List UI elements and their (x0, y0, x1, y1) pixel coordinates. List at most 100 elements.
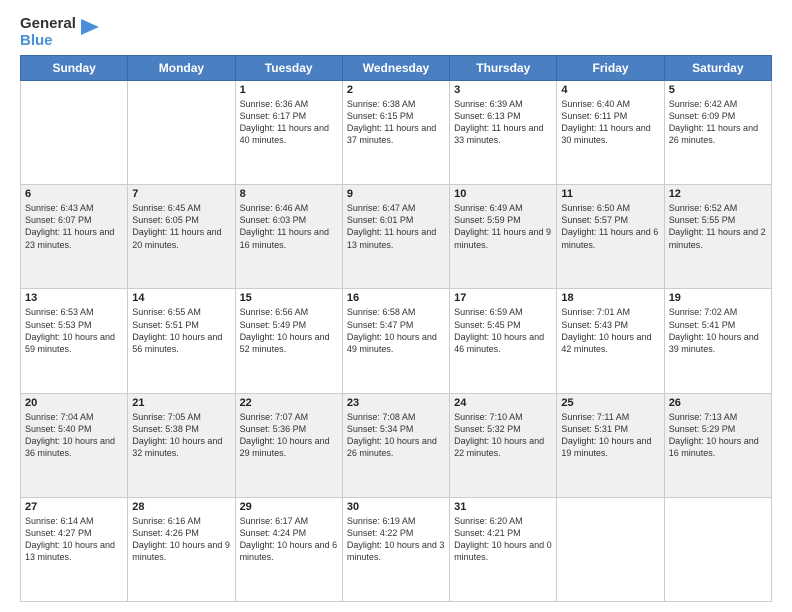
day-number: 24 (454, 397, 552, 409)
cell-info: Sunrise: 6:55 AMSunset: 5:51 PMDaylight:… (132, 306, 230, 355)
day-header-sunday: Sunday (21, 56, 128, 81)
cell-info: Sunrise: 6:59 AMSunset: 5:45 PMDaylight:… (454, 306, 552, 355)
day-number: 11 (561, 188, 659, 200)
calendar-cell: 2 Sunrise: 6:38 AMSunset: 6:15 PMDaylight… (342, 81, 449, 185)
calendar-cell: 5 Sunrise: 6:42 AMSunset: 6:09 PMDaylight… (664, 81, 771, 185)
cell-info: Sunrise: 6:17 AMSunset: 4:24 PMDaylight:… (240, 515, 338, 564)
day-number: 10 (454, 188, 552, 200)
logo: General Blue (20, 16, 99, 49)
cell-info: Sunrise: 7:08 AMSunset: 5:34 PMDaylight:… (347, 411, 445, 460)
cell-info: Sunrise: 6:47 AMSunset: 6:01 PMDaylight:… (347, 202, 445, 251)
calendar-week-row: 13 Sunrise: 6:53 AMSunset: 5:53 PMDayligh… (21, 289, 772, 393)
calendar-cell: 30Sunrise: 6:19 AMSunset: 4:22 PMDayligh… (342, 497, 449, 601)
cell-info: Sunrise: 6:53 AMSunset: 5:53 PMDaylight:… (25, 306, 123, 355)
cell-info: Sunrise: 7:01 AMSunset: 5:43 PMDaylight:… (561, 306, 659, 355)
calendar-week-row: 1 Sunrise: 6:36 AMSunset: 6:17 PMDaylight… (21, 81, 772, 185)
day-number: 15 (240, 292, 338, 304)
day-number: 21 (132, 397, 230, 409)
day-number: 23 (347, 397, 445, 409)
calendar-cell: 13 Sunrise: 6:53 AMSunset: 5:53 PMDayligh… (21, 289, 128, 393)
calendar-cell: 31 Sunrise: 6:20 AMSunset: 4:21 PMDayligh… (450, 497, 557, 601)
day-header-thursday: Thursday (450, 56, 557, 81)
day-number: 13 (25, 292, 123, 304)
calendar-header-row: SundayMondayTuesdayWednesdayThursdayFrid… (21, 56, 772, 81)
day-number: 31 (454, 501, 552, 513)
cell-info: Sunrise: 7:11 AMSunset: 5:31 PMDaylight:… (561, 411, 659, 460)
cell-info: Sunrise: 6:42 AMSunset: 6:09 PMDaylight:… (669, 98, 767, 147)
cell-info: Sunrise: 7:07 AMSunset: 5:36 PMDaylight:… (240, 411, 338, 460)
cell-info: Sunrise: 6:52 AMSunset: 5:55 PMDaylight:… (669, 202, 767, 251)
calendar-cell: 25Sunrise: 7:11 AMSunset: 5:31 PMDayligh… (557, 393, 664, 497)
day-number: 4 (561, 84, 659, 96)
day-number: 16 (347, 292, 445, 304)
calendar-cell: 18 Sunrise: 7:01 AMSunset: 5:43 PMDayligh… (557, 289, 664, 393)
day-number: 2 (347, 84, 445, 96)
cell-info: Sunrise: 7:13 AMSunset: 5:29 PMDaylight:… (669, 411, 767, 460)
day-header-tuesday: Tuesday (235, 56, 342, 81)
day-number: 27 (25, 501, 123, 513)
day-number: 20 (25, 397, 123, 409)
calendar-cell (128, 81, 235, 185)
calendar-table: SundayMondayTuesdayWednesdayThursdayFrid… (20, 55, 772, 602)
cell-info: Sunrise: 6:14 AMSunset: 4:27 PMDaylight:… (25, 515, 123, 564)
cell-info: Sunrise: 7:05 AMSunset: 5:38 PMDaylight:… (132, 411, 230, 460)
cell-info: Sunrise: 6:45 AMSunset: 6:05 PMDaylight:… (132, 202, 230, 251)
cell-info: Sunrise: 6:43 AMSunset: 6:07 PMDaylight:… (25, 202, 123, 251)
calendar-cell: 14Sunrise: 6:55 AMSunset: 5:51 PMDayligh… (128, 289, 235, 393)
calendar-cell (21, 81, 128, 185)
header: General Blue (20, 16, 772, 49)
cell-info: Sunrise: 6:40 AMSunset: 6:11 PMDaylight:… (561, 98, 659, 147)
calendar-cell: 28 Sunrise: 6:16 AMSunset: 4:26 PMDayligh… (128, 497, 235, 601)
calendar-cell: 17 Sunrise: 6:59 AMSunset: 5:45 PMDayligh… (450, 289, 557, 393)
calendar-cell: 4 Sunrise: 6:40 AMSunset: 6:11 PMDaylight… (557, 81, 664, 185)
calendar-cell: 24 Sunrise: 7:10 AMSunset: 5:32 PMDayligh… (450, 393, 557, 497)
day-number: 1 (240, 84, 338, 96)
logo-container: General Blue (20, 16, 99, 49)
day-number: 12 (669, 188, 767, 200)
cell-info: Sunrise: 6:58 AMSunset: 5:47 PMDaylight:… (347, 306, 445, 355)
logo-blue: Blue (20, 33, 76, 50)
cell-info: Sunrise: 6:50 AMSunset: 5:57 PMDaylight:… (561, 202, 659, 251)
calendar-cell: 11 Sunrise: 6:50 AMSunset: 5:57 PMDayligh… (557, 185, 664, 289)
day-number: 3 (454, 84, 552, 96)
calendar-cell: 12 Sunrise: 6:52 AMSunset: 5:55 PMDayligh… (664, 185, 771, 289)
calendar-cell: 21 Sunrise: 7:05 AMSunset: 5:38 PMDayligh… (128, 393, 235, 497)
calendar-cell: 3 Sunrise: 6:39 AMSunset: 6:13 PMDaylight… (450, 81, 557, 185)
calendar-cell: 16 Sunrise: 6:58 AMSunset: 5:47 PMDayligh… (342, 289, 449, 393)
day-header-friday: Friday (557, 56, 664, 81)
cell-info: Sunrise: 6:16 AMSunset: 4:26 PMDaylight:… (132, 515, 230, 564)
calendar-cell: 8 Sunrise: 6:46 AMSunset: 6:03 PMDaylight… (235, 185, 342, 289)
calendar-cell: 23 Sunrise: 7:08 AMSunset: 5:34 PMDayligh… (342, 393, 449, 497)
day-number: 17 (454, 292, 552, 304)
day-number: 8 (240, 188, 338, 200)
day-number: 22 (240, 397, 338, 409)
cell-info: Sunrise: 6:39 AMSunset: 6:13 PMDaylight:… (454, 98, 552, 147)
calendar-cell: 26 Sunrise: 7:13 AMSunset: 5:29 PMDayligh… (664, 393, 771, 497)
cell-info: Sunrise: 6:38 AMSunset: 6:15 PMDaylight:… (347, 98, 445, 147)
day-number: 5 (669, 84, 767, 96)
calendar-page: General Blue SundayMondayTuesdayWednesda… (0, 0, 792, 612)
calendar-cell: 7 Sunrise: 6:45 AMSunset: 6:05 PMDaylight… (128, 185, 235, 289)
day-number: 7 (132, 188, 230, 200)
day-header-saturday: Saturday (664, 56, 771, 81)
cell-info: Sunrise: 7:10 AMSunset: 5:32 PMDaylight:… (454, 411, 552, 460)
calendar-week-row: 20Sunrise: 7:04 AMSunset: 5:40 PMDayligh… (21, 393, 772, 497)
calendar-cell: 6Sunrise: 6:43 AMSunset: 6:07 PMDaylight… (21, 185, 128, 289)
calendar-cell: 10Sunrise: 6:49 AMSunset: 5:59 PMDayligh… (450, 185, 557, 289)
day-header-monday: Monday (128, 56, 235, 81)
day-number: 28 (132, 501, 230, 513)
day-number: 18 (561, 292, 659, 304)
calendar-cell: 9 Sunrise: 6:47 AMSunset: 6:01 PMDaylight… (342, 185, 449, 289)
cell-info: Sunrise: 6:46 AMSunset: 6:03 PMDaylight:… (240, 202, 338, 251)
calendar-cell: 20Sunrise: 7:04 AMSunset: 5:40 PMDayligh… (21, 393, 128, 497)
day-number: 9 (347, 188, 445, 200)
calendar-cell: 19Sunrise: 7:02 AMSunset: 5:41 PMDayligh… (664, 289, 771, 393)
cell-info: Sunrise: 7:02 AMSunset: 5:41 PMDaylight:… (669, 306, 767, 355)
day-number: 26 (669, 397, 767, 409)
cell-info: Sunrise: 6:20 AMSunset: 4:21 PMDaylight:… (454, 515, 552, 564)
logo-flag-icon (77, 19, 99, 47)
calendar-cell: 22 Sunrise: 7:07 AMSunset: 5:36 PMDayligh… (235, 393, 342, 497)
logo-general: General (20, 16, 76, 33)
cell-info: Sunrise: 6:36 AMSunset: 6:17 PMDaylight:… (240, 98, 338, 147)
calendar-week-row: 6Sunrise: 6:43 AMSunset: 6:07 PMDaylight… (21, 185, 772, 289)
